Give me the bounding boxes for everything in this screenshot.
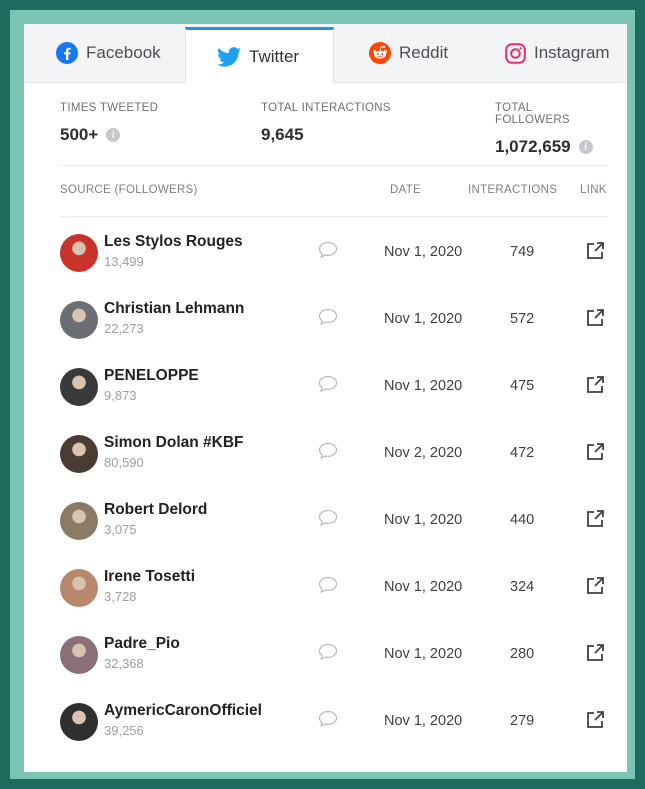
twitter-icon bbox=[217, 46, 241, 67]
share-date: Nov 1, 2020 bbox=[384, 713, 463, 729]
info-icon[interactable]: i bbox=[578, 140, 593, 154]
header-interactions: INTERACTIONS bbox=[468, 184, 558, 196]
share-interactions: 472 bbox=[510, 445, 535, 461]
stat-total-followers: TOTAL FOLLOWERS 1,072,659 i bbox=[495, 102, 608, 157]
source-name[interactable]: Robert Delord bbox=[104, 501, 207, 519]
table-row: Christian Lehmann 22,273 Nov 1, 2020 572 bbox=[60, 284, 608, 351]
share-interactions: 572 bbox=[510, 311, 535, 327]
stat-total-interactions-label: TOTAL INTERACTIONS bbox=[261, 102, 391, 114]
table-row: AymericCaronOfficiel 39,256 Nov 1, 2020 279 bbox=[60, 686, 608, 753]
summary-stats: TIMES TWEETED 500+ i TOTAL INTERACTIONS … bbox=[60, 102, 608, 156]
tab-reddit[interactable]: Reddit bbox=[369, 24, 448, 82]
stat-total-interactions-value: 9,645 bbox=[261, 125, 304, 144]
stat-times-tweeted-value: 500+ bbox=[60, 125, 99, 144]
comment-icon[interactable] bbox=[318, 710, 338, 733]
stat-times-tweeted-label: TIMES TWEETED bbox=[60, 102, 159, 114]
avatar[interactable] bbox=[60, 703, 98, 741]
tab-instagram-label: Instagram bbox=[534, 43, 610, 62]
tab-twitter[interactable]: Twitter bbox=[185, 27, 334, 83]
source-followers: 13,499 bbox=[104, 254, 144, 269]
share-interactions: 280 bbox=[510, 646, 535, 662]
avatar[interactable] bbox=[60, 435, 98, 473]
source-name[interactable]: Christian Lehmann bbox=[104, 300, 244, 318]
avatar[interactable] bbox=[60, 368, 98, 406]
share-date: Nov 1, 2020 bbox=[384, 244, 463, 260]
table-row: Les Stylos Rouges 13,499 Nov 1, 2020 749 bbox=[60, 217, 608, 284]
platform-tabs: Facebook Twitter Reddit Instagram bbox=[24, 24, 627, 83]
reddit-icon bbox=[369, 42, 391, 64]
table-row: PENELOPPE 9,873 Nov 1, 2020 475 bbox=[60, 351, 608, 418]
source-name[interactable]: Les Stylos Rouges bbox=[104, 233, 243, 251]
tab-facebook-label: Facebook bbox=[86, 43, 161, 62]
divider bbox=[60, 165, 608, 166]
source-followers: 22,273 bbox=[104, 321, 144, 336]
external-link-icon[interactable] bbox=[585, 442, 605, 467]
stat-total-followers-value: 1,072,659 bbox=[495, 137, 571, 156]
facebook-icon bbox=[56, 42, 78, 64]
tab-instagram[interactable]: Instagram bbox=[505, 24, 610, 82]
share-interactions: 475 bbox=[510, 378, 535, 394]
stat-times-tweeted: TIMES TWEETED 500+ i bbox=[60, 102, 158, 145]
source-followers: 9,873 bbox=[104, 388, 137, 403]
avatar[interactable] bbox=[60, 502, 98, 540]
share-date: Nov 1, 2020 bbox=[384, 579, 463, 595]
share-date: Nov 1, 2020 bbox=[384, 646, 463, 662]
source-name[interactable]: Simon Dolan #KBF bbox=[104, 434, 244, 452]
comment-icon[interactable] bbox=[318, 442, 338, 465]
stat-total-followers-label: TOTAL FOLLOWERS bbox=[495, 102, 570, 126]
share-interactions: 440 bbox=[510, 512, 535, 528]
table-row: Padre_Pio 32,368 Nov 1, 2020 280 bbox=[60, 619, 608, 686]
instagram-icon bbox=[505, 42, 526, 64]
header-date: DATE bbox=[390, 184, 422, 196]
share-interactions: 279 bbox=[510, 713, 535, 729]
source-followers: 32,368 bbox=[104, 656, 144, 671]
comment-icon[interactable] bbox=[318, 643, 338, 666]
table-row: Simon Dolan #KBF 80,590 Nov 2, 2020 472 bbox=[60, 418, 608, 485]
external-link-icon[interactable] bbox=[585, 241, 605, 266]
source-followers: 3,728 bbox=[104, 589, 137, 604]
avatar[interactable] bbox=[60, 301, 98, 339]
avatar[interactable] bbox=[60, 569, 98, 607]
comment-icon[interactable] bbox=[318, 308, 338, 331]
avatar[interactable] bbox=[60, 636, 98, 674]
tab-reddit-label: Reddit bbox=[399, 43, 449, 62]
source-name[interactable]: Irene Tosetti bbox=[104, 568, 195, 586]
tab-twitter-label: Twitter bbox=[249, 46, 300, 66]
share-date: Nov 2, 2020 bbox=[384, 445, 463, 461]
external-link-icon[interactable] bbox=[585, 576, 605, 601]
external-link-icon[interactable] bbox=[585, 375, 605, 400]
external-link-icon[interactable] bbox=[585, 710, 605, 735]
comment-icon[interactable] bbox=[318, 241, 338, 264]
header-source: SOURCE (FOLLOWERS) bbox=[60, 184, 198, 196]
share-date: Nov 1, 2020 bbox=[384, 311, 463, 327]
tab-facebook[interactable]: Facebook bbox=[56, 24, 161, 82]
source-followers: 3,075 bbox=[104, 522, 137, 537]
info-icon[interactable]: i bbox=[106, 128, 121, 142]
avatar[interactable] bbox=[60, 234, 98, 272]
source-name[interactable]: AymericCaronOfficiel bbox=[104, 702, 262, 720]
share-date: Nov 1, 2020 bbox=[384, 378, 463, 394]
table-header: SOURCE (FOLLOWERS) DATE INTERACTIONS LIN… bbox=[60, 184, 608, 204]
source-followers: 39,256 bbox=[104, 723, 144, 738]
social-shares-panel: Facebook Twitter Reddit Instagram TIMES … bbox=[24, 24, 627, 772]
table-row: Robert Delord 3,075 Nov 1, 2020 440 bbox=[60, 485, 608, 552]
external-link-icon[interactable] bbox=[585, 643, 605, 668]
source-followers: 80,590 bbox=[104, 455, 144, 470]
stat-total-interactions: TOTAL INTERACTIONS 9,645 bbox=[261, 102, 391, 145]
external-link-icon[interactable] bbox=[585, 308, 605, 333]
table-row: Irene Tosetti 3,728 Nov 1, 2020 324 bbox=[60, 552, 608, 619]
external-link-icon[interactable] bbox=[585, 509, 605, 534]
header-link: LINK bbox=[580, 184, 607, 196]
share-interactions: 324 bbox=[510, 579, 535, 595]
comment-icon[interactable] bbox=[318, 576, 338, 599]
comment-icon[interactable] bbox=[318, 375, 338, 398]
share-date: Nov 1, 2020 bbox=[384, 512, 463, 528]
share-interactions: 749 bbox=[510, 244, 535, 260]
source-name[interactable]: Padre_Pio bbox=[104, 635, 180, 653]
source-name[interactable]: PENELOPPE bbox=[104, 367, 199, 385]
comment-icon[interactable] bbox=[318, 509, 338, 532]
